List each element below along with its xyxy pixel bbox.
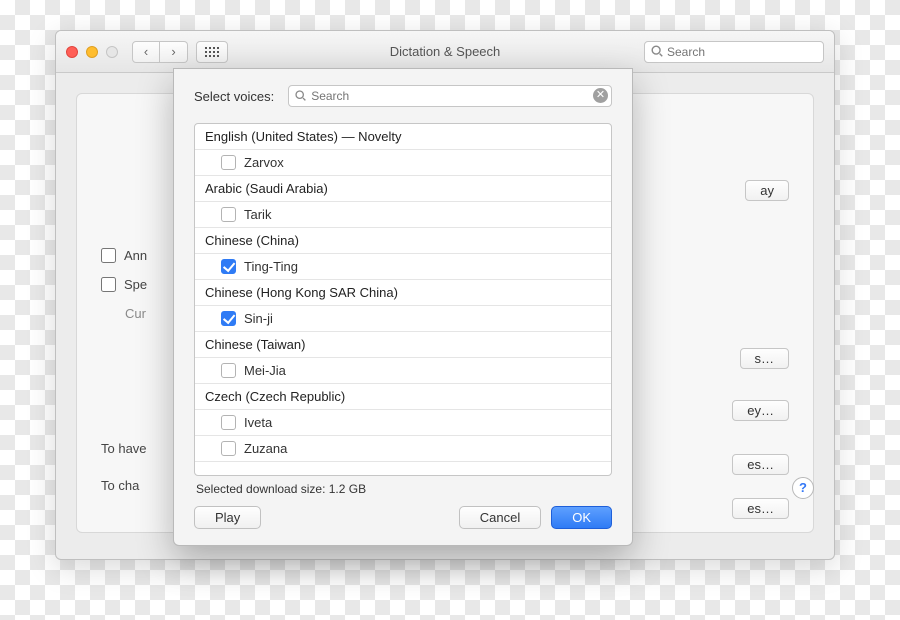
sheet-title: Select voices: — [194, 89, 274, 104]
nav-buttons: ‹ › — [132, 41, 188, 63]
toolbar-search-input[interactable] — [644, 41, 824, 63]
voice-row[interactable]: Iveta — [195, 410, 611, 436]
voice-group-header: Arabic (Saudi Arabia) — [195, 176, 611, 202]
titlebar: ‹ › Dictation & Speech — [56, 31, 834, 73]
voice-group-header: Chinese (Hong Kong SAR China) — [195, 280, 611, 306]
download-size-label: Selected download size: 1.2 GB — [196, 482, 610, 496]
voice-label: Ting-Ting — [244, 259, 298, 274]
sheet-header: Select voices: ✕ — [174, 69, 632, 117]
sheet-footer: Play Cancel OK — [174, 496, 632, 545]
voice-checkbox[interactable] — [221, 155, 236, 170]
voice-label: Sin-ji — [244, 311, 273, 326]
forward-button[interactable]: › — [160, 41, 188, 63]
voice-checkbox[interactable] — [221, 415, 236, 430]
voice-label: Iveta — [244, 415, 272, 430]
grid-icon — [205, 47, 219, 57]
voice-checkbox[interactable] — [221, 363, 236, 378]
voice-row[interactable]: Zarvox — [195, 150, 611, 176]
voice-label: Zarvox — [244, 155, 284, 170]
minimize-window-button[interactable] — [86, 46, 98, 58]
voice-label: Mei-Jia — [244, 363, 286, 378]
voice-group-header: Chinese (Taiwan) — [195, 332, 611, 358]
ok-button[interactable]: OK — [551, 506, 612, 529]
back-button[interactable]: ‹ — [132, 41, 160, 63]
speak-label: Spe — [124, 277, 147, 292]
voice-group-header: Czech (Czech Republic) — [195, 384, 611, 410]
bg-play-button[interactable]: ay — [745, 180, 789, 201]
clear-search-button[interactable]: ✕ — [593, 88, 608, 103]
voice-list[interactable]: English (United States) — Novelty Zarvox A… — [194, 123, 612, 476]
bg-options-button-1[interactable]: s… — [740, 348, 790, 369]
play-button[interactable]: Play — [194, 506, 261, 529]
cancel-button[interactable]: Cancel — [459, 506, 541, 529]
voice-group-header: English (United States) — Novelty — [195, 124, 611, 150]
toolbar-search — [644, 41, 824, 63]
bg-prefs-button-1[interactable]: es… — [732, 454, 789, 475]
show-all-button[interactable] — [196, 41, 228, 63]
announce-checkbox[interactable] — [101, 248, 116, 263]
select-voices-sheet: Select voices: ✕ English (United States)… — [173, 68, 633, 546]
voice-row[interactable]: Sin-ji — [195, 306, 611, 332]
search-icon — [294, 89, 307, 102]
sheet-search-input[interactable] — [288, 85, 612, 107]
voice-group-header: Chinese (China) — [195, 228, 611, 254]
sheet-search: ✕ — [288, 85, 612, 107]
voice-checkbox[interactable] — [221, 259, 236, 274]
traffic-lights — [66, 46, 118, 58]
search-icon — [650, 44, 664, 58]
bg-key-button[interactable]: ey… — [732, 400, 789, 421]
speak-checkbox[interactable] — [101, 277, 116, 292]
voice-checkbox[interactable] — [221, 207, 236, 222]
voice-row[interactable]: Tarik — [195, 202, 611, 228]
announce-label: Ann — [124, 248, 147, 263]
help-button[interactable]: ? — [792, 477, 814, 499]
bg-prefs-button-2[interactable]: es… — [732, 498, 789, 519]
voice-checkbox[interactable] — [221, 311, 236, 326]
voice-label: Zuzana — [244, 441, 287, 456]
voice-row[interactable]: Zuzana — [195, 436, 611, 462]
close-window-button[interactable] — [66, 46, 78, 58]
voice-row[interactable]: Mei-Jia — [195, 358, 611, 384]
voice-label: Tarik — [244, 207, 271, 222]
voice-row[interactable]: Ting-Ting — [195, 254, 611, 280]
voice-checkbox[interactable] — [221, 441, 236, 456]
zoom-window-button — [106, 46, 118, 58]
